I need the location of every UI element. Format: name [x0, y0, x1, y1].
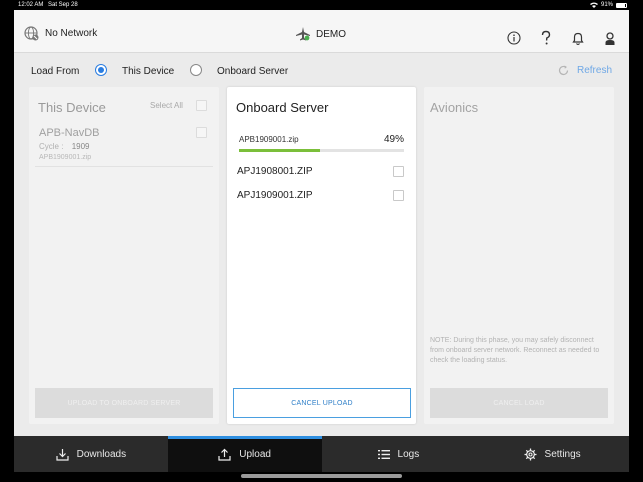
- device-file-item[interactable]: APB-NavDB Cycle : 1909 APB1909001.zip: [35, 122, 213, 167]
- server-file-row[interactable]: APJ1909001.ZIP: [227, 183, 416, 207]
- server-file-checkbox[interactable]: [393, 190, 404, 201]
- load-from-row: Load From This Device Onboard Server Ref…: [14, 54, 629, 86]
- network-status[interactable]: No Network: [24, 26, 97, 41]
- screen: 12:02 AM Sat Sep 28 91% No Network DEMO …: [0, 0, 643, 482]
- tab-settings[interactable]: Settings: [475, 436, 629, 472]
- select-all-label[interactable]: Select All: [150, 101, 183, 110]
- cancel-upload-button[interactable]: CANCEL UPLOAD: [233, 388, 411, 418]
- device-file-name: APB-NavDB: [39, 127, 100, 139]
- server-file-name: APJ1909001.ZIP: [237, 190, 313, 201]
- upload-to-server-button[interactable]: UPLOAD TO ONBOARD SERVER: [35, 388, 213, 418]
- tab-downloads-label: Downloads: [76, 448, 127, 460]
- select-all-checkbox[interactable]: [196, 100, 207, 111]
- upload-progress-item: APB1909001.zip 49%: [239, 134, 404, 156]
- tab-downloads[interactable]: Downloads: [14, 436, 168, 472]
- onboard-server-title: Onboard Server: [236, 100, 329, 115]
- tab-logs[interactable]: Logs: [322, 436, 476, 472]
- server-file-checkbox[interactable]: [393, 166, 404, 177]
- this-device-title: This Device: [38, 100, 106, 115]
- refresh-label: Refresh: [576, 65, 612, 76]
- home-indicator[interactable]: [241, 474, 402, 478]
- brand: DEMO: [296, 27, 346, 41]
- radio-this-device-label[interactable]: This Device: [122, 66, 174, 77]
- battery-icon: [616, 2, 627, 8]
- onboard-server-panel: Onboard Server APB1909001.zip 49% APJ190…: [227, 87, 416, 424]
- tab-upload-label: Upload: [239, 448, 271, 460]
- tab-settings-label: Settings: [544, 448, 581, 460]
- device-file-cycle: Cycle : 1909: [39, 142, 89, 151]
- device-file-filename: APB1909001.zip: [39, 154, 92, 161]
- download-icon: [56, 448, 69, 461]
- device-file-checkbox[interactable]: [196, 127, 207, 138]
- bottom-tab-bar: Downloads Upload Logs Settings: [14, 436, 629, 472]
- cycle-value: 1909: [71, 142, 90, 151]
- brand-label: DEMO: [316, 28, 346, 40]
- status-right: 91%: [589, 2, 627, 8]
- gear-icon: [524, 448, 537, 460]
- upload-percent: 49%: [383, 134, 404, 145]
- network-label: No Network: [45, 28, 98, 39]
- this-device-panel: This Device Select All APB-NavDB Cycle :…: [29, 87, 219, 424]
- cycle-label: Cycle :: [39, 142, 64, 151]
- help-icon[interactable]: [537, 29, 555, 47]
- avionics-panel: Avionics NOTE: During this phase, you ma…: [424, 87, 614, 424]
- status-time: 12:02 AM: [18, 2, 44, 8]
- battery-percent: 91%: [600, 2, 613, 8]
- load-from-label: Load From: [31, 66, 80, 77]
- user-icon[interactable]: [601, 29, 619, 47]
- server-file-row[interactable]: APJ1908001.ZIP: [227, 159, 416, 183]
- cancel-load-button[interactable]: CANCEL LOAD: [430, 388, 608, 418]
- list-icon: [377, 449, 390, 459]
- header: No Network DEMO: [14, 10, 629, 53]
- upload-file-name: APB1909001.zip: [239, 135, 299, 144]
- refresh-button[interactable]: Refresh: [558, 65, 612, 76]
- no-network-globe-icon: [24, 26, 39, 41]
- app-window: No Network DEMO Load From This Device On…: [14, 10, 629, 472]
- avionics-title: Avionics: [430, 100, 479, 115]
- radio-onboard-server[interactable]: [190, 64, 202, 76]
- info-icon[interactable]: [505, 29, 523, 47]
- tab-upload[interactable]: Upload: [167, 436, 322, 472]
- refresh-icon: [558, 65, 569, 76]
- aircraft-icon: [296, 27, 310, 41]
- radio-onboard-server-label[interactable]: Onboard Server: [217, 66, 288, 77]
- server-file-name: APJ1908001.ZIP: [237, 166, 313, 177]
- wifi-icon: [589, 2, 598, 8]
- status-date: Sat Sep 28: [48, 2, 78, 8]
- bell-icon[interactable]: [569, 29, 587, 47]
- upload-progress-fill: [239, 149, 320, 152]
- avionics-note: NOTE: During this phase, you may safely …: [430, 337, 600, 364]
- header-icons: [505, 29, 619, 47]
- upload-progress-track: [239, 149, 404, 152]
- tab-logs-label: Logs: [397, 448, 420, 460]
- radio-this-device[interactable]: [95, 64, 107, 76]
- upload-icon: [218, 448, 231, 461]
